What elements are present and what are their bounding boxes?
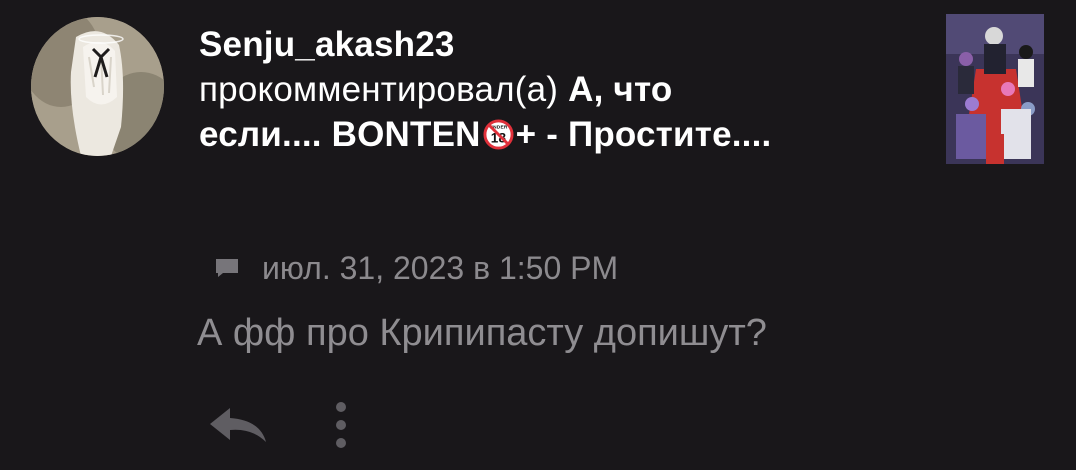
reply-button[interactable] — [202, 402, 270, 448]
username[interactable]: Senju_akash23 — [199, 22, 799, 67]
timestamp: июл. 31, 2023 в 1:50 PM — [262, 249, 619, 286]
story-cover-image — [946, 14, 1044, 164]
more-options-button[interactable] — [326, 398, 356, 452]
more-vertical-icon — [336, 402, 346, 448]
comment-icon — [216, 259, 238, 277]
user-avatar[interactable] — [31, 17, 164, 156]
comment-notification[interactable]: Senju_akash23 прокомментировал(а) А, что… — [0, 0, 1076, 470]
notification-headline[interactable]: Senju_akash23 прокомментировал(а) А, что… — [199, 22, 799, 157]
story-thumbnail[interactable] — [946, 14, 1044, 164]
comment-text: А фф про Крипипасту допишут? — [197, 312, 767, 354]
story-title-part2: + - Простите.... — [515, 115, 772, 154]
under-18-icon: UNDER18 — [483, 119, 514, 150]
badge-number-text: 18 — [490, 130, 506, 145]
action-text: прокомментировал(а) — [199, 70, 559, 109]
comment-meta: июл. 31, 2023 в 1:50 PM — [214, 246, 618, 290]
reply-arrow-icon — [210, 408, 266, 442]
avatar-image — [31, 17, 164, 156]
